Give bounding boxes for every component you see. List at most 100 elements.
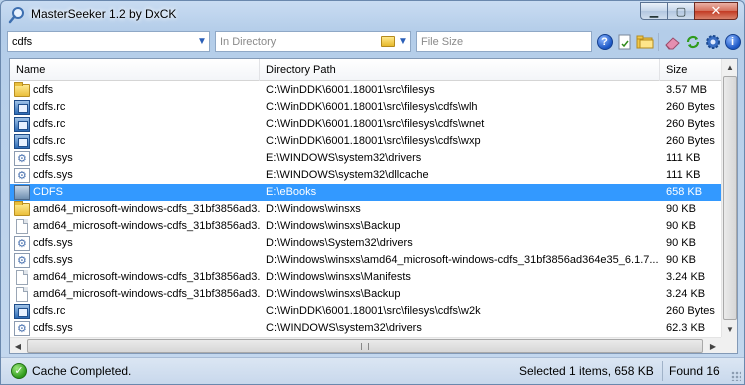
file-name: CDFS: [33, 186, 63, 198]
size-cell: 3.24 KB: [666, 271, 706, 283]
size-cell: 90 KB: [666, 220, 696, 232]
table-row[interactable]: cdfs.sys E:\WINDOWS\system32\drivers 111 K…: [10, 150, 721, 167]
name-cell: amd64_microsoft-windows-cdfs_31bf3856ad3…: [14, 218, 260, 235]
table-row[interactable]: cdfs C:\WinDDK\6001.18001\src\filesys 3.57…: [10, 82, 721, 99]
file-size-filter[interactable]: File Size: [416, 31, 592, 52]
name-cell: amd64_microsoft-windows-cdfs_31bf3856ad3…: [14, 269, 260, 286]
name-cell: cdfs.sys: [14, 235, 260, 252]
size-cell: 260 Bytes: [666, 305, 715, 317]
size-cell: 62.3 KB: [666, 322, 706, 334]
magnifier-app-icon: [8, 7, 24, 24]
title-bar[interactable]: MasterSeeker 1.2 by DxCK ▁ ▢ ✕: [1, 1, 744, 29]
table-row[interactable]: cdfs.rc C:\WinDDK\6001.18001\src\filesys\…: [10, 99, 721, 116]
vertical-scroll-thumb[interactable]: [723, 76, 737, 320]
size-cell: 111 KB: [666, 169, 701, 181]
toolbar-separator: [658, 32, 659, 51]
rc-file-icon: [14, 134, 30, 149]
table-row[interactable]: CDFS E:\eBooks 658 KB: [10, 184, 721, 201]
table-row[interactable]: amd64_microsoft-windows-cdfs_31bf3856ad3…: [10, 269, 721, 286]
column-name[interactable]: Name: [10, 59, 260, 81]
name-cell: amd64_microsoft-windows-cdfs_31bf3856ad3…: [14, 286, 260, 303]
file-name: cdfs.rc: [33, 101, 66, 113]
file-name: cdfs.sys: [33, 152, 73, 164]
size-cell: 111 KB: [666, 152, 701, 164]
chevron-down-icon[interactable]: ▼: [396, 32, 410, 51]
name-cell: CDFS: [14, 184, 260, 201]
close-button[interactable]: ✕: [694, 2, 738, 20]
minimize-icon: ▁: [649, 5, 659, 18]
results-list[interactable]: Name Directory Path Size cdfs C:\WinDDK\6…: [9, 58, 738, 354]
directory-icon: [14, 185, 30, 200]
settings-button[interactable]: [703, 32, 722, 51]
chevron-down-icon[interactable]: ▼: [195, 32, 209, 51]
directory-filter-combo[interactable]: In Directory ▼: [215, 31, 411, 52]
size-cell: 90 KB: [666, 237, 696, 249]
table-row[interactable]: cdfs.rc C:\WinDDK\6001.18001\src\filesys\…: [10, 303, 721, 320]
window-controls: ▁ ▢ ✕: [640, 2, 738, 20]
file-icon: [16, 287, 28, 302]
browse-folder-icon[interactable]: [381, 36, 395, 47]
properties-button[interactable]: [615, 32, 634, 51]
name-cell: cdfs.rc: [14, 116, 260, 133]
help-button[interactable]: ?: [595, 32, 614, 51]
directory-path-cell: E:\WINDOWS\system32\dllcache: [266, 169, 429, 181]
sys-file-icon: [14, 236, 30, 252]
minimize-button[interactable]: ▁: [640, 2, 667, 20]
scroll-up-icon[interactable]: ▲: [722, 59, 737, 75]
clear-button[interactable]: [663, 32, 682, 51]
scroll-right-icon[interactable]: ▶: [705, 338, 721, 353]
status-bar: ✓ Cache Completed. Selected 1 items, 658…: [1, 357, 744, 384]
info-icon: i: [724, 33, 741, 50]
rc-file-icon: [14, 304, 30, 319]
file-name: amd64_microsoft-windows-cdfs_31bf3856ad3…: [33, 220, 260, 232]
file-name: cdfs.sys: [33, 237, 73, 249]
status-message-pane: ✓ Cache Completed.: [11, 361, 131, 381]
table-row[interactable]: cdfs.sys D:\Windows\winsxs\amd64_microsof…: [10, 252, 721, 269]
size-cell: 3.24 KB: [666, 288, 706, 300]
selection-summary: Selected 1 items, 658 KB: [513, 361, 663, 381]
table-row[interactable]: cdfs.rc C:\WinDDK\6001.18001\src\filesys\…: [10, 133, 721, 150]
sys-file-icon: [14, 168, 30, 184]
refresh-button[interactable]: [683, 32, 702, 51]
vertical-scrollbar[interactable]: ▲ ▼: [721, 59, 737, 337]
file-name: amd64_microsoft-windows-cdfs_31bf3856ad3…: [33, 203, 260, 215]
table-row[interactable]: amd64_microsoft-windows-cdfs_31bf3856ad3…: [10, 286, 721, 303]
name-cell: cdfs.rc: [14, 99, 260, 116]
folder-icon: [14, 201, 30, 216]
horizontal-scrollbar[interactable]: ◀ ▶: [10, 337, 721, 353]
scroll-left-icon[interactable]: ◀: [10, 338, 26, 353]
table-row[interactable]: cdfs.sys E:\WINDOWS\system32\dllcache 111 …: [10, 167, 721, 184]
gear-icon: [705, 34, 720, 49]
file-name: cdfs.sys: [33, 254, 73, 266]
table-row[interactable]: cdfs.sys C:\WINDOWS\system32\drivers 62.3 …: [10, 320, 721, 337]
directory-path-cell: E:\WINDOWS\system32\drivers: [266, 152, 422, 164]
open-folder-button[interactable]: [635, 32, 654, 51]
file-icon: [16, 270, 28, 285]
table-row[interactable]: amd64_microsoft-windows-cdfs_31bf3856ad3…: [10, 218, 721, 235]
file-name: amd64_microsoft-windows-cdfs_31bf3856ad3…: [33, 288, 260, 300]
name-cell: cdfs.sys: [14, 320, 260, 337]
file-size-input[interactable]: File Size: [421, 36, 591, 48]
resize-grip-icon[interactable]: [731, 371, 741, 381]
directory-path-cell: D:\Windows\winsxs\Backup: [266, 288, 401, 300]
table-row[interactable]: cdfs.rc C:\WinDDK\6001.18001\src\filesys\…: [10, 116, 721, 133]
name-search-combo[interactable]: cdfs ▼: [7, 31, 210, 52]
column-directory-path[interactable]: Directory Path: [260, 59, 660, 81]
table-row[interactable]: cdfs.sys D:\Windows\System32\drivers 90 KB: [10, 235, 721, 252]
column-size[interactable]: Size: [660, 59, 721, 81]
scroll-down-icon[interactable]: ▼: [722, 321, 737, 337]
horizontal-scroll-thumb[interactable]: [27, 339, 703, 353]
name-search-input[interactable]: cdfs: [12, 36, 195, 48]
check-icon: ✓: [11, 363, 27, 379]
name-cell: amd64_microsoft-windows-cdfs_31bf3856ad3…: [14, 201, 260, 218]
size-cell: 260 Bytes: [666, 101, 715, 113]
result-rows: cdfs C:\WinDDK\6001.18001\src\filesys 3.57…: [10, 82, 721, 337]
directory-path-cell: C:\WINDOWS\system32\drivers: [266, 322, 422, 334]
file-name: cdfs: [33, 84, 54, 96]
help-icon: ?: [596, 33, 613, 50]
sys-file-icon: [14, 321, 30, 337]
about-button[interactable]: i: [723, 32, 742, 51]
directory-filter-input[interactable]: In Directory: [220, 36, 381, 48]
table-row[interactable]: amd64_microsoft-windows-cdfs_31bf3856ad3…: [10, 201, 721, 218]
maximize-button[interactable]: ▢: [667, 2, 694, 20]
